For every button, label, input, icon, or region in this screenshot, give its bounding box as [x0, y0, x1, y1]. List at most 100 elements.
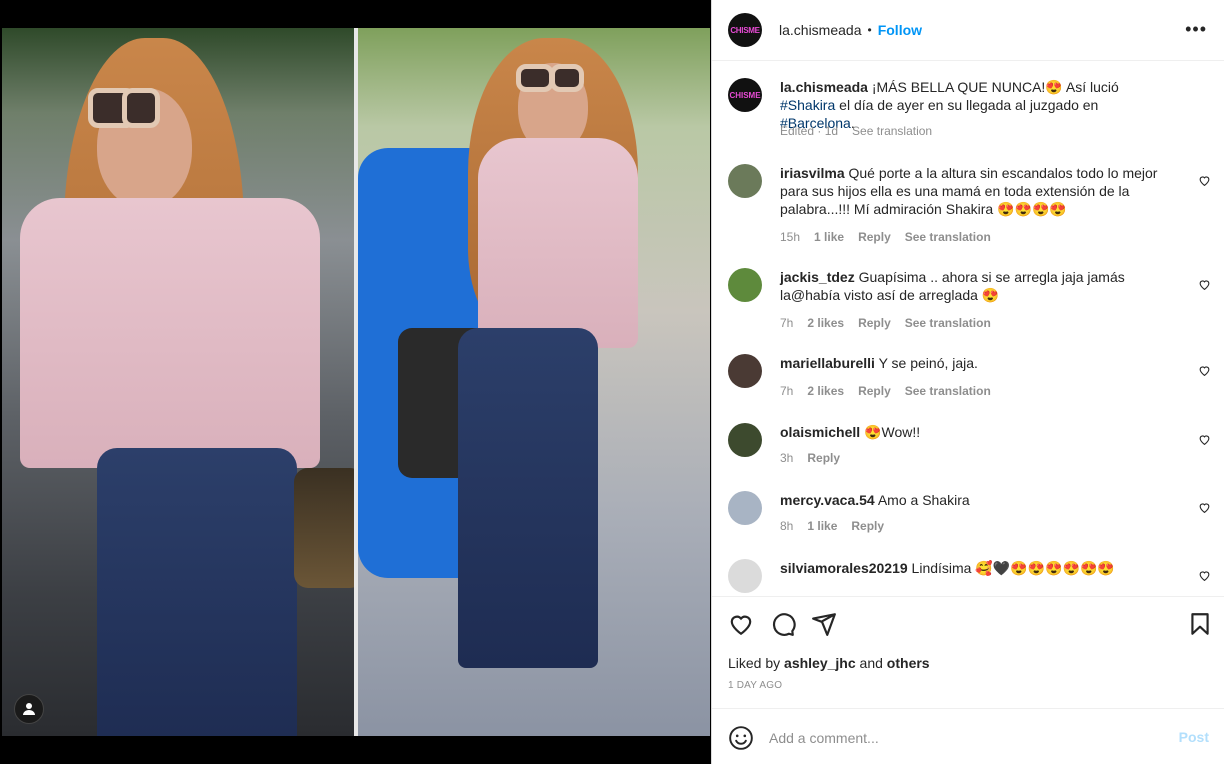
share-paper-plane-icon[interactable] — [811, 611, 837, 637]
see-translation-link[interactable]: See translation — [905, 230, 991, 244]
add-comment-bar: Post — [712, 708, 1224, 764]
comment-username[interactable]: mercy.vaca.54 — [780, 492, 875, 508]
comment-meta: 7h 2 likes Reply See translation — [780, 316, 1005, 330]
header-username[interactable]: la.chismeada — [779, 22, 862, 38]
caption-avatar[interactable]: CHISME — [728, 78, 762, 112]
comment-meta: 3h Reply — [780, 451, 854, 465]
comment-text: jackis_tdez Guapísima .. ahora si se arr… — [780, 268, 1175, 304]
hashtag-link[interactable]: #Shakira — [780, 97, 835, 113]
jeans — [97, 448, 297, 736]
comment-avatar[interactable] — [728, 268, 762, 302]
comment-avatar[interactable] — [728, 559, 762, 593]
comment-likes[interactable]: 2 likes — [807, 384, 844, 398]
comment-username[interactable]: iriasvilma — [780, 165, 845, 181]
sunglasses-left — [516, 64, 554, 92]
comment-username[interactable]: olaismichell — [780, 424, 860, 440]
like-comment-heart-icon[interactable] — [1198, 278, 1211, 291]
post-timestamp[interactable]: 1 DAY AGO — [728, 680, 782, 691]
more-options-icon[interactable]: ••• — [1185, 19, 1207, 40]
comment-meta: 7h 2 likes Reply See translation — [780, 384, 1005, 398]
profile-avatar[interactable]: CHISME — [728, 13, 762, 47]
reply-button[interactable]: Reply — [858, 230, 891, 244]
post-header: CHISME la.chismeada • Follow ••• — [712, 0, 1224, 61]
comment-content: Y se peinó, jaja. — [874, 355, 978, 371]
see-translation-link[interactable]: See translation — [905, 384, 991, 398]
caption-meta: Edited · 1d See translation — [780, 124, 946, 138]
comment-content: Amo a Shakira — [874, 492, 970, 508]
pink-shirt — [478, 138, 638, 348]
pink-shirt — [20, 198, 320, 468]
like-comment-heart-icon[interactable] — [1198, 433, 1211, 446]
logo-text: CHISME — [730, 25, 760, 35]
comment-time: 3h — [780, 451, 794, 465]
liked-by-user[interactable]: ashley_jhc — [784, 655, 856, 671]
reply-button[interactable]: Reply — [807, 451, 840, 465]
post-media[interactable] — [0, 0, 711, 764]
reply-button[interactable]: Reply — [851, 519, 884, 533]
post-comment-button[interactable]: Post — [1179, 729, 1209, 745]
jeans — [458, 328, 598, 668]
caption-username[interactable]: la.chismeada — [780, 79, 868, 95]
caption-part: el día de ayer en su llegada al juzgado … — [835, 97, 1099, 113]
comment-username[interactable]: mariellaburelli — [780, 355, 875, 371]
comment-item: mariellaburelli Y se peinó, jaja. 7h 2 li… — [728, 354, 1211, 404]
comment-text: iriasvilma Qué porte a la altura sin esc… — [780, 164, 1175, 218]
comment-content: Lindísima 🥰🖤😍😍😍😍😍😍 — [907, 560, 1115, 576]
add-comment-input[interactable] — [769, 726, 1149, 750]
liked-by-line: Liked by ashley_jhc and others — [728, 655, 930, 671]
caption-part: ¡MÁS BELLA QUE NUNCA!😍 Así lució — [867, 79, 1119, 95]
photo-right — [358, 28, 710, 736]
post-side-panel: CHISME la.chismeada • Follow ••• CHISME … — [711, 0, 1224, 764]
comment-bubble-icon[interactable] — [770, 611, 796, 637]
see-translation-link[interactable]: See translation — [852, 124, 932, 138]
handbag — [294, 468, 354, 588]
comment-avatar[interactable] — [728, 423, 762, 457]
comment-item: iriasvilma Qué porte a la altura sin esc… — [728, 164, 1211, 254]
follow-button[interactable]: Follow — [878, 22, 922, 38]
like-heart-icon[interactable] — [728, 611, 754, 637]
comment-meta: 8h 1 like Reply — [780, 519, 898, 533]
comment-text: mariellaburelli Y se peinó, jaja. — [780, 354, 1175, 372]
comment-likes[interactable]: 1 like — [814, 230, 844, 244]
save-bookmark-icon[interactable] — [1187, 611, 1213, 637]
comment-time: 8h — [780, 519, 794, 533]
see-translation-link[interactable]: See translation — [905, 316, 991, 330]
like-comment-heart-icon[interactable] — [1198, 174, 1211, 187]
comment-time: 15h — [780, 230, 801, 244]
comment-item: mercy.vaca.54 Amo a Shakira 8h 1 like Repl… — [728, 491, 1211, 541]
like-comment-heart-icon[interactable] — [1198, 501, 1211, 514]
comment-likes[interactable]: 2 likes — [807, 316, 844, 330]
separator-dot: • — [867, 23, 872, 37]
comment-likes[interactable]: 1 like — [807, 519, 837, 533]
comment-avatar[interactable] — [728, 164, 762, 198]
comment-text: mercy.vaca.54 Amo a Shakira — [780, 491, 1175, 509]
comment-item: jackis_tdez Guapísima .. ahora si se arr… — [728, 268, 1211, 338]
photo-left — [2, 28, 354, 736]
comments-list[interactable]: CHISME la.chismeada ¡MÁS BELLA QUE NUNCA… — [712, 62, 1224, 596]
emoji-icon[interactable] — [728, 725, 754, 751]
liked-by-and: and — [855, 655, 887, 671]
liked-by-others[interactable]: others — [887, 655, 930, 671]
like-comment-heart-icon[interactable] — [1198, 364, 1211, 377]
caption: CHISME la.chismeada ¡MÁS BELLA QUE NUNCA… — [728, 78, 1208, 158]
liked-by-prefix: Liked by — [728, 655, 785, 671]
logo-text: CHISME — [729, 90, 761, 100]
comment-avatar[interactable] — [728, 354, 762, 388]
reply-button[interactable]: Reply — [858, 316, 891, 330]
sunglasses-right — [550, 64, 584, 92]
comment-text: olaismichell 😍Wow!! — [780, 423, 1175, 441]
sunglasses-right — [122, 88, 160, 128]
tagged-users-button[interactable] — [14, 694, 44, 724]
like-comment-heart-icon[interactable] — [1198, 569, 1211, 582]
comment-meta: 15h 1 like Reply See translation — [780, 230, 1005, 244]
comment-time: 7h — [780, 316, 794, 330]
comment-avatar[interactable] — [728, 491, 762, 525]
comment-text: silviamorales20219 Lindísima 🥰🖤😍😍😍😍😍😍 — [780, 559, 1175, 577]
comment-item: olaismichell 😍Wow!! 3h Reply — [728, 423, 1211, 473]
reply-button[interactable]: Reply — [858, 384, 891, 398]
post-actions: Liked by ashley_jhc and others 1 DAY AGO — [712, 596, 1224, 706]
comment-item: silviamorales20219 Lindísima 🥰🖤😍😍😍😍😍😍 — [728, 559, 1211, 596]
comment-username[interactable]: jackis_tdez — [780, 269, 855, 285]
comment-username[interactable]: silviamorales20219 — [780, 560, 908, 576]
comment-content: 😍Wow!! — [860, 424, 921, 440]
